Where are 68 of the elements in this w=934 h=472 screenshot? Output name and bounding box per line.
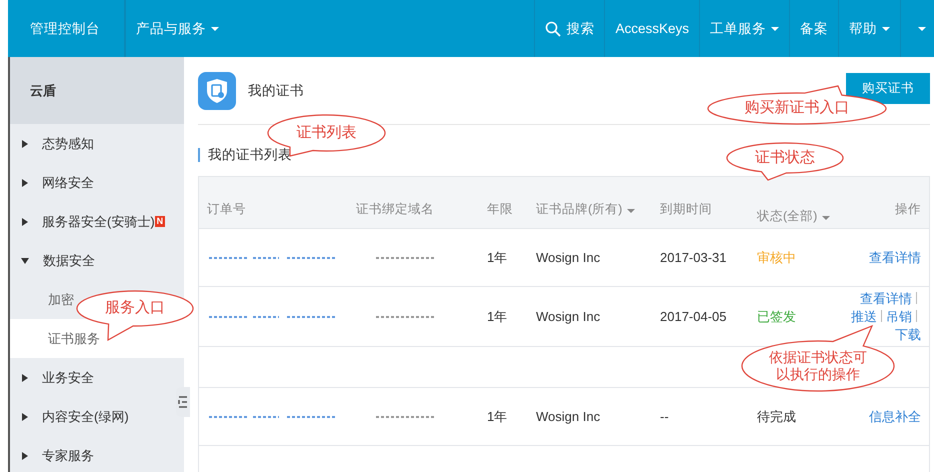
action-link[interactable]: 下载	[895, 326, 921, 342]
sidebar-item[interactable]: 专家服务	[10, 436, 184, 472]
sidebar-item[interactable]: 内容安全(绿网)	[10, 397, 184, 436]
nav-menu-item[interactable]: AccessKeys	[604, 0, 699, 57]
sidebar-item[interactable]: 网络安全	[10, 163, 184, 202]
column-header: 年限	[487, 201, 513, 218]
page-title: 我的证书	[248, 82, 304, 100]
sidebar-item[interactable]: 服务器安全(安骑士)N	[10, 202, 184, 241]
caret-icon	[211, 26, 219, 30]
collapse-handle-icon[interactable]	[176, 387, 190, 417]
caret-icon	[822, 216, 830, 220]
search-link[interactable]: 搜索	[534, 0, 604, 57]
action-link[interactable]: 吊销	[886, 308, 912, 324]
sidebar-item-label: 业务安全	[42, 368, 94, 386]
sidebar-item[interactable]: 数据安全	[10, 241, 184, 280]
action-link[interactable]: 查看详情	[860, 290, 912, 306]
callout-text: 证书列表	[296, 124, 356, 142]
expand-arrow-icon	[22, 374, 28, 382]
brand-cell: Wosign Inc	[536, 409, 600, 424]
status-label: 待完成	[757, 408, 796, 426]
term-cell: 1年	[487, 408, 508, 426]
status-label: 已签发	[757, 308, 796, 326]
action-link[interactable]: 推送	[851, 308, 877, 324]
expand-arrow-icon	[22, 140, 28, 148]
sidebar-item-label: 专家服务	[42, 446, 94, 464]
column-header: 订单号	[207, 201, 246, 218]
brand-cell: Wosign Inc	[536, 309, 600, 324]
column-header: 操作	[895, 201, 921, 218]
sidebar-item-label: 内容安全(绿网)	[42, 408, 129, 426]
expand-arrow-icon	[21, 258, 29, 264]
caret-icon	[627, 209, 636, 213]
certificate-shield-icon	[198, 72, 236, 110]
column-header: 到期时间	[660, 201, 712, 218]
column-header[interactable]: 证书品牌(所有)	[536, 201, 636, 218]
status-label: 审核中	[757, 248, 796, 266]
callout-text: 证书状态	[755, 148, 815, 168]
sidebar-item-label: 态势感知	[42, 134, 94, 152]
expand-arrow-icon	[22, 178, 28, 186]
callout-text: 服务入口	[105, 299, 165, 318]
nav-menu-item[interactable]: 工单服务	[699, 0, 789, 57]
expand-arrow-icon	[22, 452, 28, 460]
sidebar-item[interactable]: 态势感知	[10, 124, 184, 163]
nav-menu-item[interactable]: 备案	[789, 0, 838, 57]
column-header: 证书绑定域名	[356, 201, 434, 218]
brand-cell: Wosign Inc	[536, 250, 600, 265]
sidebar-item-label: 网络安全	[42, 174, 94, 192]
action-link[interactable]: 信息补全	[869, 408, 921, 424]
action-link[interactable]: 查看详情	[869, 250, 921, 264]
nav-menu-item[interactable]: 帮助	[838, 0, 900, 57]
search-icon	[545, 20, 562, 36]
expiry-cell: 2017-04-05	[660, 309, 726, 324]
expand-arrow-icon	[22, 218, 28, 226]
sidebar-title: 云盾	[10, 57, 184, 124]
buy-certificate-button[interactable]: 购买证书	[846, 72, 930, 104]
callout-text: 依据证书状态可以执行的操作	[768, 348, 868, 384]
caret-icon	[918, 26, 926, 30]
sidebar-item-label: 服务器安全(安骑士)	[42, 212, 155, 230]
new-badge: N	[154, 216, 166, 227]
caret-icon	[882, 26, 890, 30]
expiry-cell: --	[660, 409, 669, 424]
caret-icon	[771, 26, 779, 30]
sidebar-item[interactable]: 业务安全	[10, 358, 184, 397]
sidebar-item-label: 数据安全	[43, 252, 95, 270]
term-cell: 1年	[487, 248, 508, 266]
expand-arrow-icon	[22, 412, 28, 420]
term-cell: 1年	[487, 308, 508, 326]
column-header[interactable]: 状态(全部)	[757, 204, 833, 228]
expiry-cell: 2017-03-31	[660, 250, 726, 265]
